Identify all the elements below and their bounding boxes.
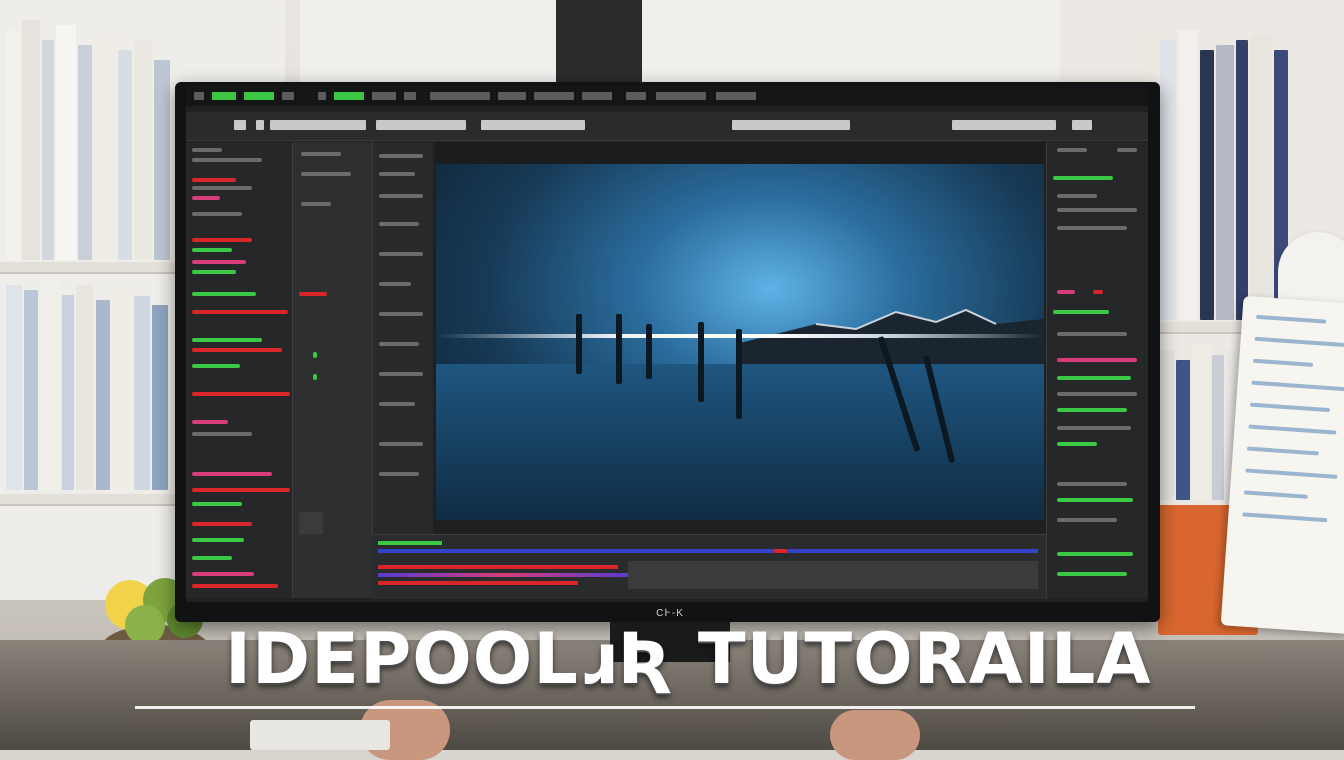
video-preview[interactable] [436,164,1044,520]
tools-column [372,142,433,598]
toolbar-dropdown[interactable] [481,120,585,130]
toolbar-button[interactable] [256,120,264,130]
toolbar-button[interactable] [1072,120,1092,130]
menu-bar [186,86,1148,106]
wall [300,0,1060,95]
handwritten-notepad [1220,295,1344,635]
toolbar-button[interactable] [234,120,246,130]
title-underline [135,706,1195,709]
layers-panel [186,142,292,598]
editing-software-screen [186,86,1148,602]
toolbar [186,112,1148,141]
toolbar-dropdown[interactable] [732,120,850,130]
tutorial-title: IDEPOOLɹƦ TUTORAILA [225,618,1152,700]
toolbar-field[interactable] [270,120,366,130]
timeline[interactable] [372,534,1048,599]
toolbar-field[interactable] [952,120,1056,130]
properties-column [292,142,373,598]
viewer-header [436,142,1044,164]
inspector-panel [1046,142,1148,598]
toolbar-dropdown[interactable] [376,120,466,130]
monitor-arm [556,0,642,86]
